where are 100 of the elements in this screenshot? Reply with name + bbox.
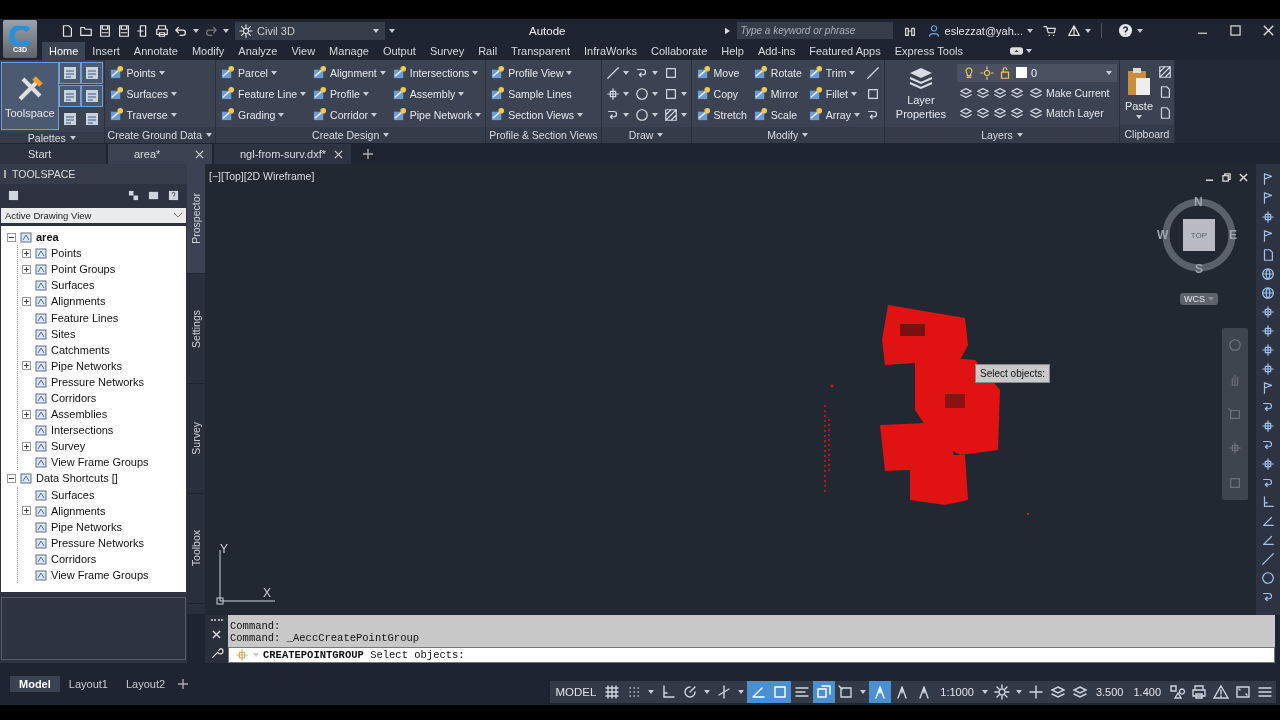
close-icon[interactable] — [1263, 25, 1274, 36]
viewcube[interactable]: N W TOP E S — [1159, 195, 1239, 275]
line-icon[interactable] — [1261, 552, 1275, 566]
user-name[interactable]: eslezzat@yah... — [944, 24, 1023, 37]
ribbon-command-button[interactable]: Points — [106, 63, 179, 82]
collapse-icon[interactable] — [7, 473, 16, 483]
ribbon-command-button[interactable]: Surfaces — [106, 84, 179, 103]
tool-icon[interactable] — [1261, 248, 1275, 262]
angle-icon[interactable] — [1261, 514, 1275, 528]
ribbon-tab[interactable]: Express Tools — [887, 42, 971, 60]
flag-icon[interactable] — [1261, 381, 1275, 395]
ribbon-command-button[interactable]: Copy — [693, 84, 749, 103]
ribbon-command-button[interactable]: Intersections — [389, 63, 484, 82]
expand-arrow-icon[interactable] — [724, 26, 730, 35]
tree-item[interactable]: Corridors — [51, 552, 97, 565]
ortho-icon[interactable] — [1261, 495, 1275, 509]
file-tab-label[interactable]: area* — [134, 148, 161, 160]
tree-item[interactable]: View Frame Groups — [51, 456, 149, 469]
panel-title-button[interactable]: Palettes — [0, 132, 104, 144]
expand-icon[interactable] — [22, 409, 31, 419]
new-file-icon[interactable] — [60, 23, 74, 38]
help-icon[interactable] — [168, 189, 179, 201]
ribbon-tab[interactable]: Annotate — [126, 42, 185, 60]
maximize-icon[interactable] — [1230, 25, 1241, 36]
triangle-icon[interactable] — [1067, 23, 1081, 38]
compass-label[interactable]: W — [1157, 228, 1169, 242]
ribbon-tab[interactable]: Output — [375, 42, 423, 60]
status-button[interactable]: 3.500 — [1090, 686, 1129, 698]
file-tab-label[interactable]: Start — [28, 148, 52, 160]
globe-icon[interactable] — [1261, 267, 1275, 281]
point-icon[interactable] — [1261, 343, 1275, 357]
layer-properties-button[interactable]: Layer Properties — [886, 63, 955, 124]
ribbon-command-button[interactable]: Profile View — [488, 63, 585, 82]
ribbon-command-button[interactable]: Sample Lines — [488, 84, 585, 103]
drawing-viewport[interactable]: [−][Top][2D Wireframe] N W TOP E S WCS Select objects: Y X — [205, 164, 1256, 615]
angle-icon[interactable] — [1261, 533, 1275, 547]
status-button[interactable]: MODEL — [550, 686, 602, 698]
square-icon[interactable] — [769, 681, 792, 703]
ribbon-tab[interactable]: Insert — [85, 42, 127, 60]
layer-icon[interactable] — [992, 106, 1007, 121]
tree-item[interactable]: Assemblies — [51, 408, 108, 421]
paste-button[interactable]: Paste — [1121, 63, 1157, 122]
tree-item[interactable]: Pressure Networks — [51, 375, 144, 388]
ucs-menu[interactable]: WCS — [1180, 293, 1218, 305]
view-dropdown[interactable]: Active Drawing View — [1, 208, 186, 223]
drawing-icon[interactable] — [8, 189, 19, 201]
ribbon-command-button[interactable]: Corridor — [310, 105, 388, 124]
layer-command-button[interactable]: Make Current — [1026, 83, 1112, 103]
expand-icon[interactable] — [22, 441, 31, 451]
search-field[interactable]: Type a keyword or phrase — [736, 22, 893, 39]
new-tab-icon[interactable] — [363, 149, 373, 159]
expand-icon[interactable] — [22, 296, 31, 306]
expand-icon[interactable] — [22, 248, 31, 258]
file-tab[interactable]: ngl-from-surv.dxf* — [214, 144, 351, 164]
layer-icon[interactable] — [992, 85, 1007, 100]
layer-icon[interactable] — [975, 85, 990, 100]
ribbon-command-button[interactable]: Rotate — [750, 63, 804, 82]
layer-icon[interactable] — [958, 85, 973, 100]
tree-item[interactable]: Point Groups — [51, 263, 116, 276]
tree-item[interactable]: Surfaces — [51, 279, 95, 292]
point-icon[interactable] — [1261, 210, 1275, 224]
tree-item[interactable]: Sites — [51, 327, 76, 340]
tree-item[interactable]: Pipe Networks — [51, 520, 122, 533]
tree-item[interactable]: Surfaces — [51, 488, 95, 501]
expand-icon[interactable] — [22, 264, 31, 274]
ribbon-command-button[interactable]: Move — [693, 63, 749, 82]
ribbon-command-button[interactable]: Fillet — [805, 84, 862, 103]
ribbon-command-button[interactable]: Grading — [218, 105, 309, 124]
palette-toggle-icon[interactable] — [81, 86, 102, 106]
toolspace-button[interactable]: Toolspace — [2, 63, 58, 129]
figure-icon[interactable] — [869, 681, 892, 703]
flag-icon[interactable] — [1261, 191, 1275, 205]
layout-tab[interactable]: Layout2 — [116, 676, 175, 692]
tree-item[interactable]: Catchments — [51, 343, 110, 356]
side-tab[interactable]: Prospector — [187, 164, 205, 274]
save-icon[interactable] — [98, 23, 112, 38]
ribbon-command-button[interactable]: Assembly — [389, 84, 484, 103]
close-icon[interactable] — [212, 629, 221, 639]
close-icon[interactable] — [195, 149, 204, 159]
help-icon[interactable] — [1118, 23, 1133, 38]
restore-icon[interactable] — [1222, 173, 1231, 182]
paste-special-icon[interactable] — [1158, 105, 1173, 120]
new-tab-icon[interactable] — [178, 679, 189, 689]
viewport-controls-label[interactable]: [−][Top][2D Wireframe] — [209, 170, 315, 182]
wrench-icon[interactable] — [209, 645, 224, 660]
collapse-icon[interactable] — [7, 232, 16, 242]
palette-toggle-icon[interactable] — [59, 63, 80, 83]
point-icon[interactable] — [1261, 457, 1275, 471]
ribbon-tab[interactable]: View — [284, 42, 323, 60]
overlap-icon[interactable] — [813, 681, 836, 703]
ribbon-tab[interactable]: Add-ins — [750, 42, 803, 60]
tree-item[interactable]: Alignments — [51, 295, 106, 308]
ribbon-command-button[interactable]: Feature Line — [218, 84, 309, 103]
curve-icon[interactable] — [1261, 590, 1275, 604]
ribbon-command-button[interactable]: Alignment — [310, 63, 388, 82]
curve-icon[interactable] — [1261, 438, 1275, 452]
ribbon-command-button[interactable]: Section Views — [488, 105, 585, 124]
layout-tab[interactable]: Layout1 — [59, 676, 117, 692]
tree-item[interactable]: Survey — [51, 440, 86, 453]
ribbon-tab[interactable]: InfraWorks — [577, 42, 644, 60]
